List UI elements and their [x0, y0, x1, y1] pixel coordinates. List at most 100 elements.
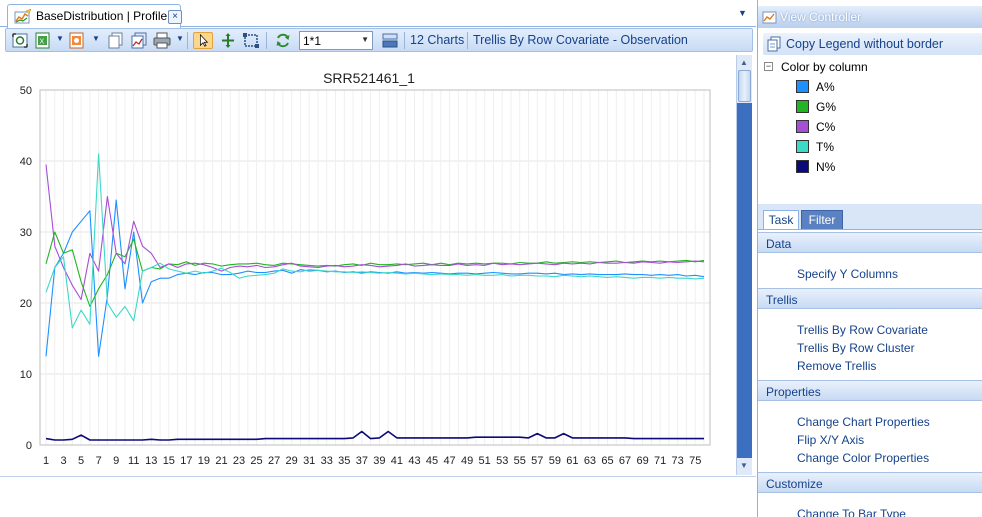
x-tick-label: 63 [584, 455, 596, 467]
document-tab-title: BaseDistribution | Profile [36, 9, 168, 23]
y-tick-label: 30 [20, 227, 32, 239]
series-line-g [45, 231, 705, 308]
toolbar-separator [467, 32, 468, 49]
task-flip-xy-axis[interactable]: Flip X/Y Axis [797, 433, 864, 447]
y-tick-label: 20 [20, 298, 32, 310]
document-tabstrip: BaseDistribution | Profile × ▼ [0, 0, 756, 28]
x-tick-label: 23 [233, 455, 245, 467]
x-tick-label: 55 [514, 455, 526, 467]
chart-series [45, 153, 705, 441]
section-title: Properties [766, 385, 821, 399]
x-tick-label: 59 [549, 455, 561, 467]
scroll-up-icon[interactable]: ▲ [740, 58, 748, 67]
layout-select-value: 1*1 [303, 34, 322, 48]
line-chart[interactable]: SRR521461_1 010203040501 3 5 7 9 11 13 15 17 19 21… [5, 55, 736, 475]
task-trellis-by-row-cluster[interactable]: Trellis By Row Cluster [797, 341, 915, 355]
pane-divider [0, 476, 756, 477]
chart-count-label: 12 Charts [410, 33, 465, 47]
chevron-down-icon[interactable]: ▼ [56, 34, 64, 43]
legend-title: Color by column [781, 60, 868, 74]
task-change-color-properties[interactable]: Change Color Properties [797, 451, 929, 465]
chart-toolbar: X ▼ ▼ ▼ 1*1 ▼ 12 Charts Trellis By Row C… [5, 28, 753, 52]
task-specify-y-columns[interactable]: Specify Y Columns [797, 267, 898, 281]
copy-icon [767, 36, 781, 52]
task-trellis-by-row-covariate[interactable]: Trellis By Row Covariate [797, 323, 928, 337]
refresh-icon[interactable] [274, 32, 292, 49]
plot-frame [39, 89, 711, 446]
section-header-data[interactable]: Data [758, 232, 982, 253]
legend-item-label: A% [816, 80, 835, 94]
tab-task[interactable]: Task [763, 210, 799, 229]
document-tab[interactable]: BaseDistribution | Profile × [7, 4, 182, 28]
y-tick-label: 40 [20, 156, 32, 168]
zoom-fit-icon[interactable] [11, 32, 29, 49]
x-tick-label: 5 [78, 455, 84, 467]
x-tick-label: 43 [408, 455, 420, 467]
legend-swatch[interactable] [796, 120, 809, 133]
y-tick-label: 10 [20, 369, 32, 381]
toolbar-separator [404, 32, 405, 49]
legend-swatch[interactable] [796, 100, 809, 113]
tab-menu-arrow-icon[interactable]: ▼ [738, 8, 747, 18]
chevron-down-icon[interactable]: ▼ [92, 34, 100, 43]
section-header-customize[interactable]: Customize [758, 472, 982, 493]
legend-swatch[interactable] [796, 80, 809, 93]
legend-swatch[interactable] [796, 160, 809, 173]
x-tick-label: 1 [43, 455, 49, 467]
pan-icon[interactable] [219, 32, 237, 49]
view-controller-title: View Controller [780, 10, 862, 24]
x-tick-label: 29 [286, 455, 298, 467]
task-pane: Task Filter Data Specify Y Columns Trell… [758, 204, 982, 517]
x-tick-label: 53 [496, 455, 508, 467]
copy-legend-button[interactable]: Copy Legend without border [763, 33, 982, 55]
copy-icon[interactable] [107, 32, 125, 49]
trellis-layout-icon[interactable] [381, 32, 399, 49]
tab-filter[interactable]: Filter [801, 210, 843, 229]
section-header-trellis[interactable]: Trellis [758, 288, 982, 309]
collapse-toggle-icon[interactable]: − [764, 62, 773, 71]
chevron-down-icon[interactable]: ▼ [176, 34, 184, 43]
zoom-region-icon[interactable] [242, 32, 260, 49]
copy-image-icon[interactable] [130, 32, 148, 49]
chart-area[interactable]: SRR521461_1 0 10 20 30 40 50 1 3 5 7 9 11 13 15 17 19 21… [5, 55, 736, 475]
section-header-properties[interactable]: Properties [758, 380, 982, 401]
task-change-chart-properties[interactable]: Change Chart Properties [797, 415, 930, 429]
chart-vertical-scrollbar[interactable]: ▲ ▼ [736, 55, 752, 475]
scrollbar-track[interactable] [737, 103, 752, 458]
toolbar-separator [187, 32, 188, 49]
series-line-n [45, 430, 704, 441]
x-tick-label: 75 [689, 455, 701, 467]
task-remove-trellis[interactable]: Remove Trellis [797, 359, 876, 373]
x-tick-label: 11 [128, 455, 139, 467]
scrollbar-thumb[interactable] [738, 70, 751, 102]
app-window: BaseDistribution | Profile × ▼ X ▼ ▼ ▼ 1… [0, 0, 982, 517]
chart-icon [14, 9, 32, 24]
x-tick-label: 67 [619, 455, 631, 467]
toolbar-separator [266, 32, 267, 49]
pointer-icon[interactable] [193, 32, 213, 49]
x-tick-label: 45 [426, 455, 438, 467]
chevron-down-icon: ▼ [361, 35, 369, 44]
x-tick-label: 57 [531, 455, 543, 467]
y-tick-label: 50 [20, 85, 32, 97]
scroll-down-icon[interactable]: ▼ [740, 461, 748, 470]
y-tick-label: 0 [26, 440, 32, 452]
print-icon[interactable] [153, 32, 171, 49]
layout-select[interactable]: 1*1 ▼ [299, 31, 373, 50]
x-tick-label: 19 [198, 455, 210, 467]
x-tick-label: 73 [672, 455, 684, 467]
copy-legend-label: Copy Legend without border [786, 37, 944, 51]
legend-tree: − Color by column A% G% C% T% N% [758, 58, 982, 178]
legend-swatch[interactable] [796, 140, 809, 153]
legend-item-label: N% [816, 160, 836, 174]
legend-item-label: T% [816, 140, 834, 154]
export-image-icon[interactable] [68, 32, 86, 49]
x-tick-label: 27 [268, 455, 280, 467]
task-change-to-bar-type[interactable]: Change To Bar Type [797, 507, 906, 517]
x-tick-label: 61 [566, 455, 578, 467]
export-excel-icon[interactable]: X [34, 32, 52, 49]
x-tick-label: 69 [636, 455, 648, 467]
close-icon[interactable]: × [168, 10, 182, 24]
x-tick-label: 37 [356, 455, 368, 467]
chart-title: SRR521461_1 [323, 70, 415, 86]
